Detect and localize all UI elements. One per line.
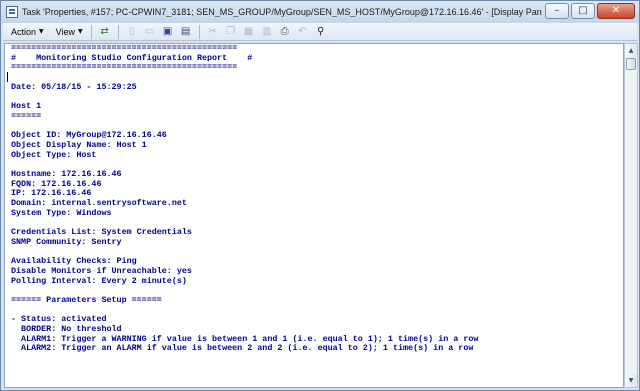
- report-line: ======: [11, 110, 42, 121]
- view-menu[interactable]: View ▼: [52, 24, 87, 40]
- chevron-down-icon: ▼: [78, 28, 83, 35]
- report-line: System Type: Windows: [11, 207, 112, 218]
- display-pane-window: Task 'Properties, #157; PC-CPWIN7_3181; …: [0, 0, 640, 391]
- close-button[interactable]: ✕: [597, 3, 635, 19]
- toolbar-separator: [90, 24, 92, 39]
- action-menu-label: Action: [11, 26, 37, 37]
- vertical-scrollbar[interactable]: ▲ ▼: [624, 43, 638, 388]
- scroll-down-icon[interactable]: ▼: [625, 374, 637, 387]
- paste-icon[interactable]: ▦: [241, 24, 257, 40]
- copy-icon[interactable]: ❐: [223, 24, 239, 40]
- print-icon[interactable]: ⎙: [277, 24, 293, 40]
- properties-icon[interactable]: ▥: [259, 24, 275, 40]
- report-line: [11, 92, 478, 102]
- report-line: Date: 05/18/15 - 15:29:25: [11, 81, 137, 92]
- toolbar: Action ▼ View ▼ ⇄ ▯ ▭ ▣ ▤ ✂ ❐ ▦ ▥ ⎙ ↶ ⚲: [3, 23, 637, 41]
- display-pane[interactable]: ========================================…: [4, 43, 624, 388]
- report-line: ========================================…: [11, 62, 238, 73]
- report-line: SNMP Community: Sentry: [11, 236, 122, 247]
- report-line: Object Type: Host: [11, 149, 97, 160]
- title-bar[interactable]: Task 'Properties, #157; PC-CPWIN7_3181; …: [1, 1, 639, 23]
- toolbar-separator: [117, 24, 119, 39]
- refresh-icon[interactable]: ⇄: [97, 24, 113, 40]
- action-menu[interactable]: Action ▼: [7, 24, 48, 40]
- window-icon: [6, 6, 18, 18]
- view-menu-label: View: [55, 26, 75, 37]
- save-icon[interactable]: ▣: [160, 24, 176, 40]
- chevron-down-icon: ▼: [39, 28, 44, 35]
- maximize-button[interactable]: □: [571, 3, 595, 19]
- report-line: Host 1: [11, 101, 42, 112]
- new-icon[interactable]: ▯: [124, 24, 140, 40]
- report-line: ALARM2: Trigger an ALARM if value is bet…: [11, 343, 474, 354]
- configuration-report: ========================================…: [11, 44, 478, 354]
- undo-icon[interactable]: ↶: [295, 24, 311, 40]
- scroll-thumb[interactable]: [626, 58, 636, 70]
- scroll-up-icon[interactable]: ▲: [625, 44, 637, 57]
- minimize-button[interactable]: –: [545, 3, 569, 19]
- text-cursor: [7, 72, 8, 82]
- toolbar-separator: [198, 24, 200, 39]
- window-title: Task 'Properties, #157; PC-CPWIN7_3181; …: [22, 7, 542, 17]
- report-line: Polling Interval: Every 2 minute(s): [11, 275, 187, 286]
- save-all-icon[interactable]: ▤: [178, 24, 194, 40]
- open-icon[interactable]: ▭: [142, 24, 158, 40]
- report-line: ====== Parameters Setup ======: [11, 294, 162, 305]
- cut-icon[interactable]: ✂: [205, 24, 221, 40]
- caption-buttons: – □ ✕: [543, 3, 635, 19]
- find-icon[interactable]: ⚲: [313, 24, 329, 40]
